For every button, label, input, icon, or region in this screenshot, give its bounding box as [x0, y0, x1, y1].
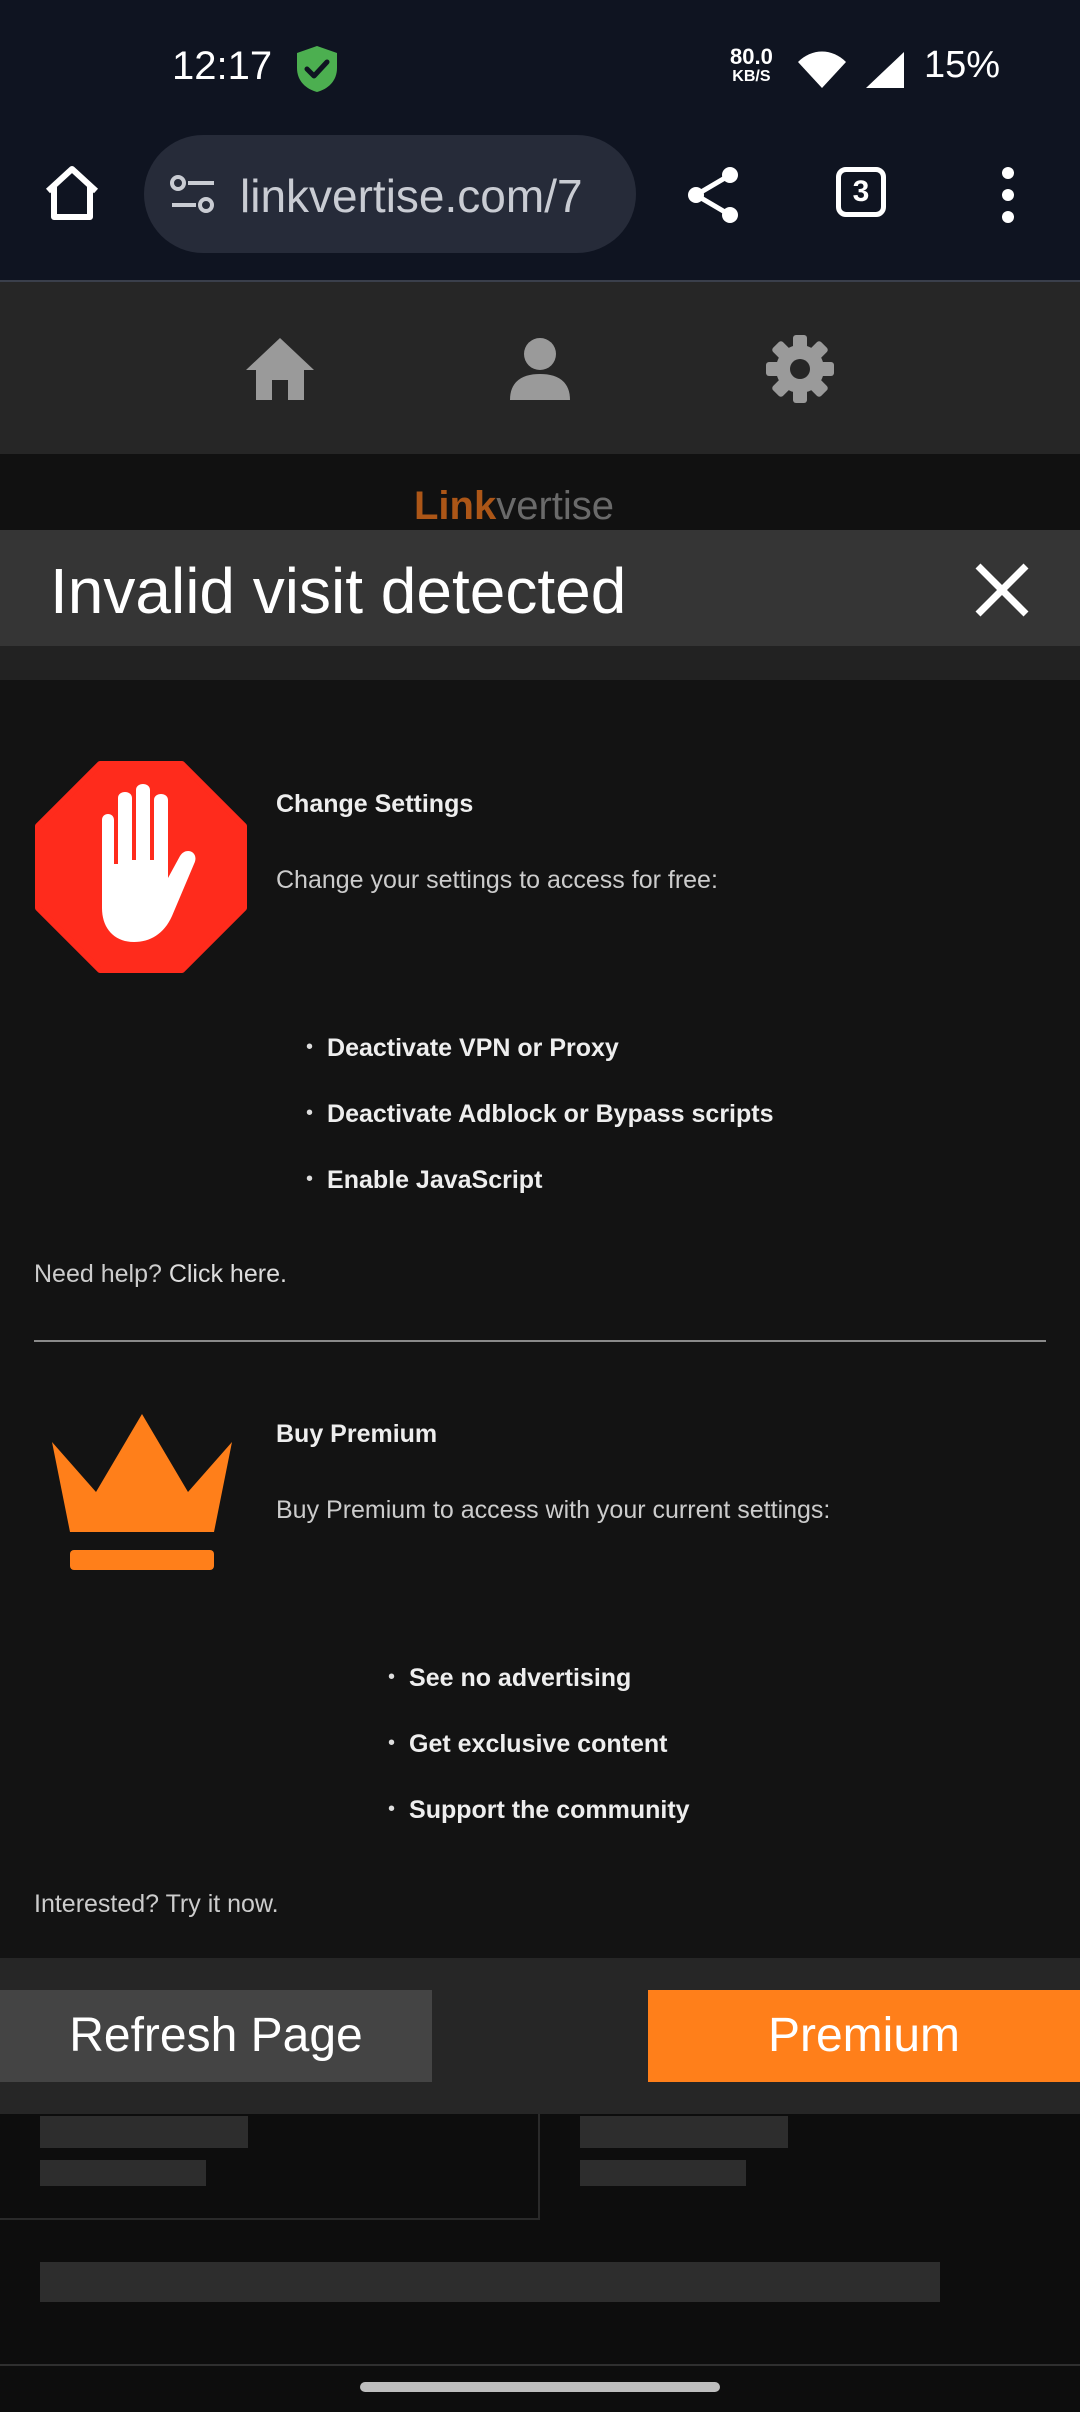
gesture-nav-handle[interactable] — [360, 2382, 720, 2392]
premium-title: Buy Premium — [276, 1420, 438, 1448]
speed-unit: KB/S — [732, 68, 771, 85]
premium-bullet-no-ads: See no advertising — [388, 1664, 631, 1693]
tab-switcher-button[interactable]: 3 — [836, 167, 886, 217]
modal-header: Invalid visit detected — [0, 530, 1080, 646]
section-divider — [34, 1340, 1046, 1342]
share-icon[interactable] — [682, 163, 746, 227]
logo-part-vertise: vertise — [496, 484, 615, 528]
premium-description: Buy Premium to access with your current … — [276, 1496, 831, 1524]
skeleton-line — [40, 2160, 206, 2186]
close-icon[interactable] — [970, 558, 1034, 622]
address-bar[interactable]: linkvertise.com/7 — [144, 135, 636, 253]
browser-toolbar: linkvertise.com/7 3 — [0, 135, 1080, 282]
premium-footer-text: Interested? Try it now. — [34, 1890, 279, 1918]
site-settings-icon[interactable] — [168, 173, 218, 215]
settings-bullet-adblock: Deactivate Adblock or Bypass scripts — [306, 1100, 773, 1129]
skeleton-line — [580, 2116, 788, 2148]
status-bar: 12:17 80.0 KB/S 15% — [0, 0, 1080, 135]
user-icon[interactable] — [502, 334, 578, 404]
modal-divider — [0, 646, 1080, 680]
network-speed: 80.0 KB/S — [730, 46, 773, 86]
skeleton-line — [580, 2160, 746, 2186]
help-text: Need help? Click here. — [34, 1260, 287, 1289]
skeleton-bar — [40, 2262, 940, 2302]
modal-actions: Refresh Page Premium — [0, 1958, 1080, 2114]
home-icon[interactable] — [242, 334, 318, 404]
stop-hand-icon — [35, 761, 247, 973]
url-text[interactable]: linkvertise.com/7 — [240, 169, 630, 223]
settings-bullet-javascript: Enable JavaScript — [306, 1166, 542, 1195]
skeleton-line — [40, 2116, 248, 2148]
battery-level: 15% — [924, 44, 1001, 86]
gear-icon[interactable] — [762, 334, 838, 404]
settings-description: Change your settings to access for free: — [276, 866, 718, 894]
shield-check-icon — [297, 46, 337, 92]
status-time: 12:17 — [172, 44, 273, 88]
settings-bullet-vpn: Deactivate VPN or Proxy — [306, 1034, 619, 1063]
home-icon[interactable] — [40, 161, 104, 225]
settings-title: Change Settings — [276, 790, 474, 818]
crown-icon — [52, 1414, 232, 1570]
premium-button[interactable]: Premium — [648, 1990, 1080, 2082]
more-menu-icon[interactable] — [994, 163, 1022, 227]
help-link[interactable]: Click here. — [169, 1260, 287, 1288]
cell-signal-icon — [866, 52, 904, 88]
modal-body: Change Settings Change your settings to … — [0, 680, 1080, 1958]
speed-value: 80.0 — [730, 44, 773, 69]
modal-title: Invalid visit detected — [50, 555, 627, 627]
wifi-icon — [798, 51, 846, 88]
site-nav — [0, 282, 1080, 454]
logo-part-link: Link — [414, 484, 497, 528]
refresh-page-button[interactable]: Refresh Page — [0, 1990, 432, 2082]
premium-bullet-community: Support the community — [388, 1796, 690, 1825]
bottom-divider — [0, 2364, 1080, 2366]
premium-bullet-exclusive: Get exclusive content — [388, 1730, 667, 1759]
linkvertise-logo: Linkvertise — [414, 484, 614, 529]
help-prefix: Need help? — [34, 1260, 169, 1288]
